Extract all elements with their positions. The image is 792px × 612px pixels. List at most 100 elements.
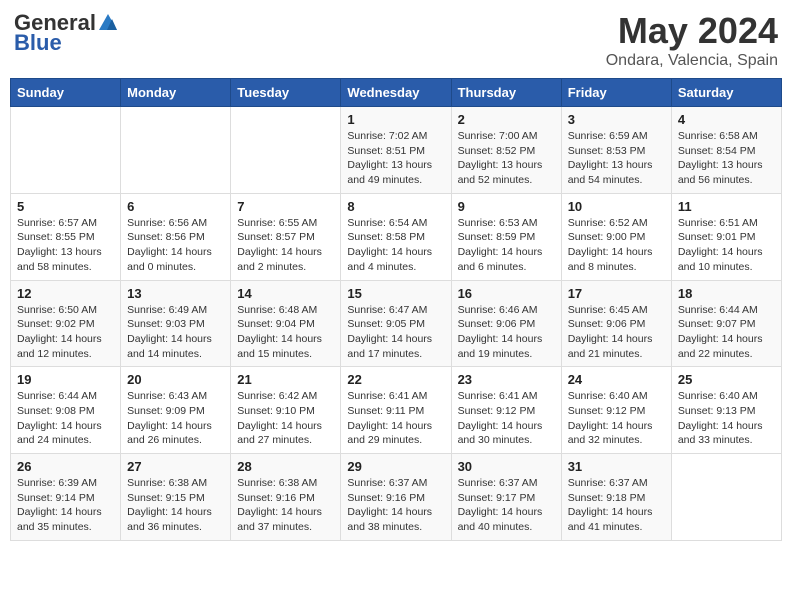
logo: General Blue: [14, 10, 120, 56]
calendar-cell: 5 Sunrise: 6:57 AM Sunset: 8:55 PM Daylig…: [11, 193, 121, 280]
day-number: 29: [347, 459, 444, 474]
day-info: Sunrise: 6:47 AM Sunset: 9:05 PM Dayligh…: [347, 303, 444, 362]
day-number: 18: [678, 286, 775, 301]
day-number: 21: [237, 372, 334, 387]
weekday-saturday: Saturday: [671, 79, 781, 107]
calendar-cell: 13 Sunrise: 6:49 AM Sunset: 9:03 PM Dayli…: [121, 280, 231, 367]
day-info: Sunrise: 6:51 AM Sunset: 9:01 PM Dayligh…: [678, 216, 775, 275]
calendar-cell: 11 Sunrise: 6:51 AM Sunset: 9:01 PM Dayli…: [671, 193, 781, 280]
calendar-cell: [121, 107, 231, 194]
day-number: 28: [237, 459, 334, 474]
calendar-cell: 16 Sunrise: 6:46 AM Sunset: 9:06 PM Dayli…: [451, 280, 561, 367]
weekday-header-row: SundayMondayTuesdayWednesdayThursdayFrid…: [11, 79, 782, 107]
day-info: Sunrise: 6:52 AM Sunset: 9:00 PM Dayligh…: [568, 216, 665, 275]
day-info: Sunrise: 6:48 AM Sunset: 9:04 PM Dayligh…: [237, 303, 334, 362]
day-info: Sunrise: 6:40 AM Sunset: 9:12 PM Dayligh…: [568, 389, 665, 448]
calendar-cell: 19 Sunrise: 6:44 AM Sunset: 9:08 PM Dayli…: [11, 367, 121, 454]
calendar-cell: 31Sunrise: 6:37 AM Sunset: 9:18 PM Dayli…: [561, 454, 671, 541]
day-number: 4: [678, 112, 775, 127]
calendar-cell: 24Sunrise: 6:40 AM Sunset: 9:12 PM Dayli…: [561, 367, 671, 454]
day-info: Sunrise: 6:43 AM Sunset: 9:09 PM Dayligh…: [127, 389, 224, 448]
day-number: 17: [568, 286, 665, 301]
day-info: Sunrise: 7:02 AM Sunset: 8:51 PM Dayligh…: [347, 129, 444, 188]
calendar-cell: 6 Sunrise: 6:56 AM Sunset: 8:56 PM Daylig…: [121, 193, 231, 280]
day-info: Sunrise: 6:37 AM Sunset: 9:18 PM Dayligh…: [568, 476, 665, 535]
day-info: Sunrise: 6:39 AM Sunset: 9:14 PM Dayligh…: [17, 476, 114, 535]
day-number: 26: [17, 459, 114, 474]
calendar-cell: 29 Sunrise: 6:37 AM Sunset: 9:16 PM Dayli…: [341, 454, 451, 541]
calendar-cell: 8 Sunrise: 6:54 AM Sunset: 8:58 PM Daylig…: [341, 193, 451, 280]
day-info: Sunrise: 6:46 AM Sunset: 9:06 PM Dayligh…: [458, 303, 555, 362]
day-number: 7: [237, 199, 334, 214]
day-info: Sunrise: 6:53 AM Sunset: 8:59 PM Dayligh…: [458, 216, 555, 275]
day-number: 16: [458, 286, 555, 301]
calendar-cell: 1 Sunrise: 7:02 AM Sunset: 8:51 PM Daylig…: [341, 107, 451, 194]
day-info: Sunrise: 6:41 AM Sunset: 9:11 PM Dayligh…: [347, 389, 444, 448]
calendar-cell: [671, 454, 781, 541]
day-info: Sunrise: 6:49 AM Sunset: 9:03 PM Dayligh…: [127, 303, 224, 362]
day-number: 9: [458, 199, 555, 214]
calendar-cell: 15 Sunrise: 6:47 AM Sunset: 9:05 PM Dayli…: [341, 280, 451, 367]
calendar-cell: 30 Sunrise: 6:37 AM Sunset: 9:17 PM Dayli…: [451, 454, 561, 541]
calendar-cell: 28 Sunrise: 6:38 AM Sunset: 9:16 PM Dayli…: [231, 454, 341, 541]
day-number: 20: [127, 372, 224, 387]
calendar-cell: [11, 107, 121, 194]
day-info: Sunrise: 6:57 AM Sunset: 8:55 PM Dayligh…: [17, 216, 114, 275]
day-info: Sunrise: 6:50 AM Sunset: 9:02 PM Dayligh…: [17, 303, 114, 362]
day-number: 15: [347, 286, 444, 301]
location: Ondara, Valencia, Spain: [606, 52, 778, 70]
day-info: Sunrise: 6:54 AM Sunset: 8:58 PM Dayligh…: [347, 216, 444, 275]
day-info: Sunrise: 6:45 AM Sunset: 9:06 PM Dayligh…: [568, 303, 665, 362]
week-row-4: 19 Sunrise: 6:44 AM Sunset: 9:08 PM Dayli…: [11, 367, 782, 454]
weekday-wednesday: Wednesday: [341, 79, 451, 107]
calendar-cell: 25 Sunrise: 6:40 AM Sunset: 9:13 PM Dayli…: [671, 367, 781, 454]
day-info: Sunrise: 6:44 AM Sunset: 9:08 PM Dayligh…: [17, 389, 114, 448]
day-number: 5: [17, 199, 114, 214]
day-number: 19: [17, 372, 114, 387]
day-number: 12: [17, 286, 114, 301]
day-info: Sunrise: 6:42 AM Sunset: 9:10 PM Dayligh…: [237, 389, 334, 448]
calendar-cell: 20 Sunrise: 6:43 AM Sunset: 9:09 PM Dayli…: [121, 367, 231, 454]
day-info: Sunrise: 6:44 AM Sunset: 9:07 PM Dayligh…: [678, 303, 775, 362]
day-number: 6: [127, 199, 224, 214]
weekday-tuesday: Tuesday: [231, 79, 341, 107]
day-number: 10: [568, 199, 665, 214]
day-number: 11: [678, 199, 775, 214]
day-info: Sunrise: 6:56 AM Sunset: 8:56 PM Dayligh…: [127, 216, 224, 275]
day-number: 14: [237, 286, 334, 301]
weekday-monday: Monday: [121, 79, 231, 107]
calendar-cell: 26 Sunrise: 6:39 AM Sunset: 9:14 PM Dayli…: [11, 454, 121, 541]
day-info: Sunrise: 6:37 AM Sunset: 9:17 PM Dayligh…: [458, 476, 555, 535]
day-number: 1: [347, 112, 444, 127]
weekday-thursday: Thursday: [451, 79, 561, 107]
day-info: Sunrise: 6:40 AM Sunset: 9:13 PM Dayligh…: [678, 389, 775, 448]
calendar-cell: [231, 107, 341, 194]
day-number: 3: [568, 112, 665, 127]
calendar-cell: 27 Sunrise: 6:38 AM Sunset: 9:15 PM Dayli…: [121, 454, 231, 541]
calendar-cell: 14 Sunrise: 6:48 AM Sunset: 9:04 PM Dayli…: [231, 280, 341, 367]
day-info: Sunrise: 6:37 AM Sunset: 9:16 PM Dayligh…: [347, 476, 444, 535]
calendar-cell: 4Sunrise: 6:58 AM Sunset: 8:54 PM Daylig…: [671, 107, 781, 194]
day-info: Sunrise: 7:00 AM Sunset: 8:52 PM Dayligh…: [458, 129, 555, 188]
logo-icon: [97, 12, 119, 34]
week-row-3: 12 Sunrise: 6:50 AM Sunset: 9:02 PM Dayli…: [11, 280, 782, 367]
logo-blue-text: Blue: [14, 30, 62, 56]
day-number: 13: [127, 286, 224, 301]
day-number: 25: [678, 372, 775, 387]
calendar-cell: 7Sunrise: 6:55 AM Sunset: 8:57 PM Daylig…: [231, 193, 341, 280]
calendar-cell: 17 Sunrise: 6:45 AM Sunset: 9:06 PM Dayli…: [561, 280, 671, 367]
calendar-cell: 18 Sunrise: 6:44 AM Sunset: 9:07 PM Dayli…: [671, 280, 781, 367]
day-number: 27: [127, 459, 224, 474]
title-block: May 2024 Ondara, Valencia, Spain: [606, 10, 778, 70]
calendar-cell: 10 Sunrise: 6:52 AM Sunset: 9:00 PM Dayli…: [561, 193, 671, 280]
day-number: 30: [458, 459, 555, 474]
weekday-friday: Friday: [561, 79, 671, 107]
day-info: Sunrise: 6:38 AM Sunset: 9:15 PM Dayligh…: [127, 476, 224, 535]
month-title: May 2024: [606, 10, 778, 52]
weekday-sunday: Sunday: [11, 79, 121, 107]
calendar-cell: 22 Sunrise: 6:41 AM Sunset: 9:11 PM Dayli…: [341, 367, 451, 454]
day-number: 22: [347, 372, 444, 387]
day-number: 8: [347, 199, 444, 214]
calendar-cell: 21 Sunrise: 6:42 AM Sunset: 9:10 PM Dayli…: [231, 367, 341, 454]
day-info: Sunrise: 6:38 AM Sunset: 9:16 PM Dayligh…: [237, 476, 334, 535]
